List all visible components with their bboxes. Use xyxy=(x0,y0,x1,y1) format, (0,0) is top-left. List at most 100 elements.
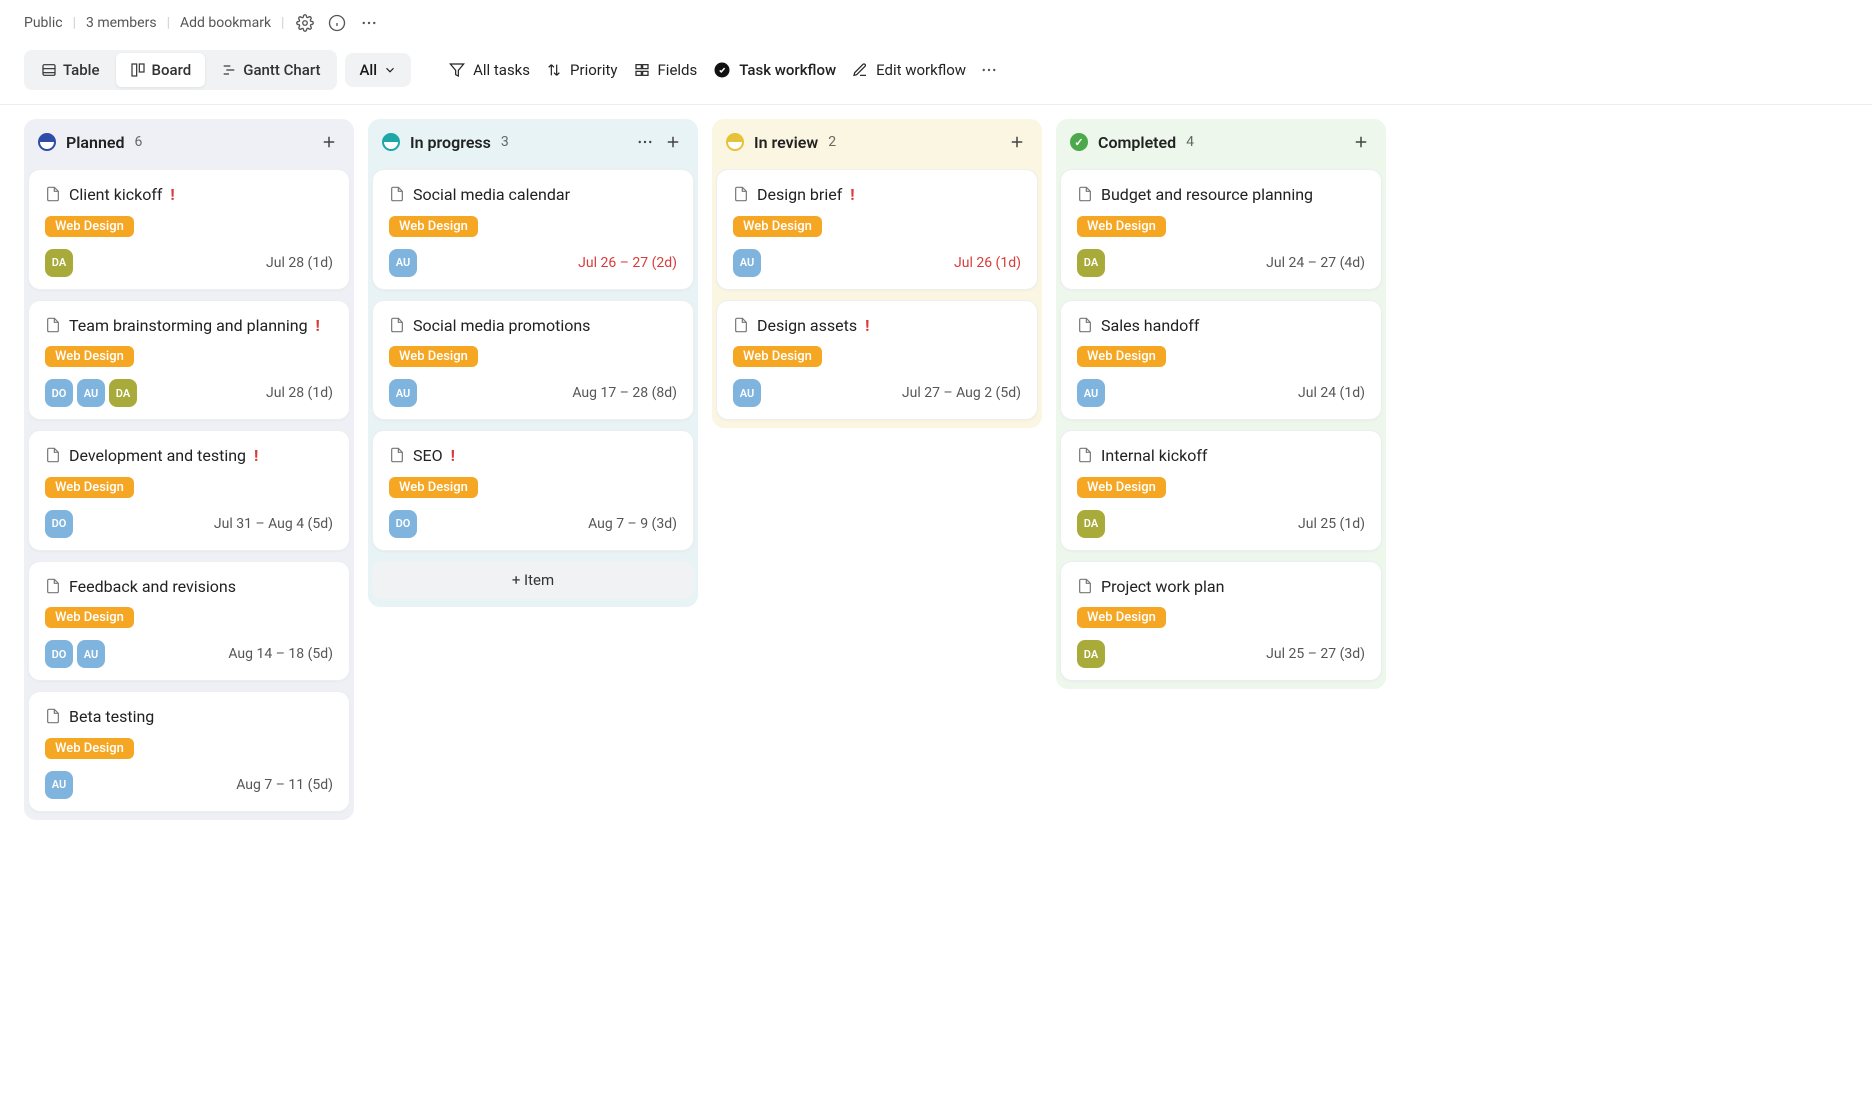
avatar[interactable]: AU xyxy=(77,379,105,407)
tab-table[interactable]: Table xyxy=(27,53,114,87)
info-icon[interactable] xyxy=(326,12,348,34)
task-card[interactable]: Beta testingWeb DesignAUAug 7 – 11 (5d) xyxy=(28,691,350,812)
tag[interactable]: Web Design xyxy=(733,346,822,367)
document-icon xyxy=(45,447,61,463)
assignees: AU xyxy=(1077,379,1105,407)
members-link[interactable]: 3 members xyxy=(86,15,157,31)
avatar[interactable]: DO xyxy=(45,379,73,407)
due-date: Jul 24 – 27 (4d) xyxy=(1266,255,1365,271)
fields-button[interactable]: Fields xyxy=(630,55,702,85)
document-icon xyxy=(45,186,61,202)
avatar[interactable]: DA xyxy=(1077,640,1105,668)
avatar[interactable]: AU xyxy=(1077,379,1105,407)
task-card[interactable]: Social media promotionsWeb DesignAUAug 1… xyxy=(372,300,694,421)
separator: | xyxy=(73,15,76,31)
add-bookmark-link[interactable]: Add bookmark xyxy=(180,15,271,31)
document-icon xyxy=(389,317,405,333)
priority-icon: ! xyxy=(451,446,455,465)
due-date: Aug 14 – 18 (5d) xyxy=(228,646,333,662)
due-date: Jul 28 (1d) xyxy=(266,255,333,271)
task-workflow-button[interactable]: Task workflow xyxy=(709,55,840,85)
top-bar: Public | 3 members | Add bookmark | xyxy=(0,0,1872,42)
toolbar-more-icon[interactable] xyxy=(978,59,1000,81)
avatar[interactable]: DA xyxy=(1077,249,1105,277)
tab-label: Gantt Chart xyxy=(243,61,320,79)
priority-sort[interactable]: Priority xyxy=(542,55,621,85)
task-card[interactable]: Sales handoffWeb DesignAUJul 24 (1d) xyxy=(1060,300,1382,421)
add-card-button[interactable] xyxy=(318,131,340,153)
card-title: Social media promotions xyxy=(413,315,590,337)
avatar[interactable]: DA xyxy=(45,249,73,277)
tag[interactable]: Web Design xyxy=(1077,346,1166,367)
tag[interactable]: Web Design xyxy=(389,216,478,237)
kanban-board: Planned6Client kickoff !Web DesignDAJul … xyxy=(0,105,1872,860)
tag[interactable]: Web Design xyxy=(45,477,134,498)
task-card[interactable]: Budget and resource planningWeb DesignDA… xyxy=(1060,169,1382,290)
assignees: DA xyxy=(45,249,73,277)
add-card-button[interactable] xyxy=(662,131,684,153)
avatar[interactable]: AU xyxy=(733,379,761,407)
edit-workflow-button[interactable]: Edit workflow xyxy=(848,55,970,85)
task-card[interactable]: Client kickoff !Web DesignDAJul 28 (1d) xyxy=(28,169,350,290)
assignees: DOAU xyxy=(45,640,105,668)
column-header: Completed4 xyxy=(1056,119,1386,165)
column-more-icon[interactable] xyxy=(634,131,656,153)
avatar[interactable]: AU xyxy=(77,640,105,668)
document-icon xyxy=(733,186,749,202)
due-date: Jul 31 – Aug 4 (5d) xyxy=(214,516,333,532)
assignees: DA xyxy=(1077,640,1105,668)
task-card[interactable]: Design assets !Web DesignAUJul 27 – Aug … xyxy=(716,300,1038,421)
tag[interactable]: Web Design xyxy=(45,216,134,237)
avatar[interactable]: AU xyxy=(389,249,417,277)
status-icon xyxy=(382,133,400,151)
avatar[interactable]: AU xyxy=(733,249,761,277)
avatar[interactable]: DA xyxy=(1077,510,1105,538)
tag[interactable]: Web Design xyxy=(45,346,134,367)
column-title: Planned xyxy=(66,133,125,152)
task-card[interactable]: Team brainstorming and planning !Web Des… xyxy=(28,300,350,421)
due-date: Jul 28 (1d) xyxy=(266,385,333,401)
avatar[interactable]: DO xyxy=(45,640,73,668)
visibility-label[interactable]: Public xyxy=(24,15,63,31)
assignees: AU xyxy=(389,249,417,277)
task-card[interactable]: Design brief !Web DesignAUJul 26 (1d) xyxy=(716,169,1038,290)
column-completed: Completed4Budget and resource planningWe… xyxy=(1056,119,1386,689)
card-title: Sales handoff xyxy=(1101,315,1199,337)
column-planned: Planned6Client kickoff !Web DesignDAJul … xyxy=(24,119,354,820)
tag[interactable]: Web Design xyxy=(45,738,134,759)
task-card[interactable]: Social media calendarWeb DesignAUJul 26 … xyxy=(372,169,694,290)
tab-gantt[interactable]: Gantt Chart xyxy=(207,53,334,87)
all-tasks-filter[interactable]: All tasks xyxy=(445,55,534,85)
tag[interactable]: Web Design xyxy=(1077,607,1166,628)
tag[interactable]: Web Design xyxy=(389,346,478,367)
tab-board[interactable]: Board xyxy=(116,53,206,87)
task-card[interactable]: SEO !Web DesignDOAug 7 – 9 (3d) xyxy=(372,430,694,551)
label: Priority xyxy=(570,61,617,79)
task-card[interactable]: Internal kickoffWeb DesignDAJul 25 (1d) xyxy=(1060,430,1382,551)
column-inprogress: In progress3Social media calendarWeb Des… xyxy=(368,119,698,607)
avatar[interactable]: DO xyxy=(389,510,417,538)
task-card[interactable]: Development and testing !Web DesignDOJul… xyxy=(28,430,350,551)
card-title: Social media calendar xyxy=(413,184,570,206)
add-card-button[interactable] xyxy=(1350,131,1372,153)
tag[interactable]: Web Design xyxy=(733,216,822,237)
add-card-button[interactable] xyxy=(1006,131,1028,153)
tag[interactable]: Web Design xyxy=(389,477,478,498)
avatar[interactable]: DA xyxy=(109,379,137,407)
avatar[interactable]: AU xyxy=(45,771,73,799)
filter-all-dropdown[interactable]: All xyxy=(345,53,411,87)
document-icon xyxy=(389,186,405,202)
gear-icon[interactable] xyxy=(294,12,316,34)
document-icon xyxy=(45,578,61,594)
tag[interactable]: Web Design xyxy=(1077,216,1166,237)
more-icon[interactable] xyxy=(358,12,380,34)
avatar[interactable]: DO xyxy=(45,510,73,538)
tag[interactable]: Web Design xyxy=(45,607,134,628)
task-card[interactable]: Feedback and revisions Web Design DOAU Aug … xyxy=(28,561,350,682)
due-date: Jul 27 – Aug 2 (5d) xyxy=(902,385,1021,401)
add-item-button[interactable]: + Item xyxy=(372,561,694,599)
task-card[interactable]: Project work planWeb DesignDAJul 25 – 27… xyxy=(1060,561,1382,682)
tag[interactable]: Web Design xyxy=(1077,477,1166,498)
avatar[interactable]: AU xyxy=(389,379,417,407)
card-title: Feedback and revisions xyxy=(69,576,236,598)
